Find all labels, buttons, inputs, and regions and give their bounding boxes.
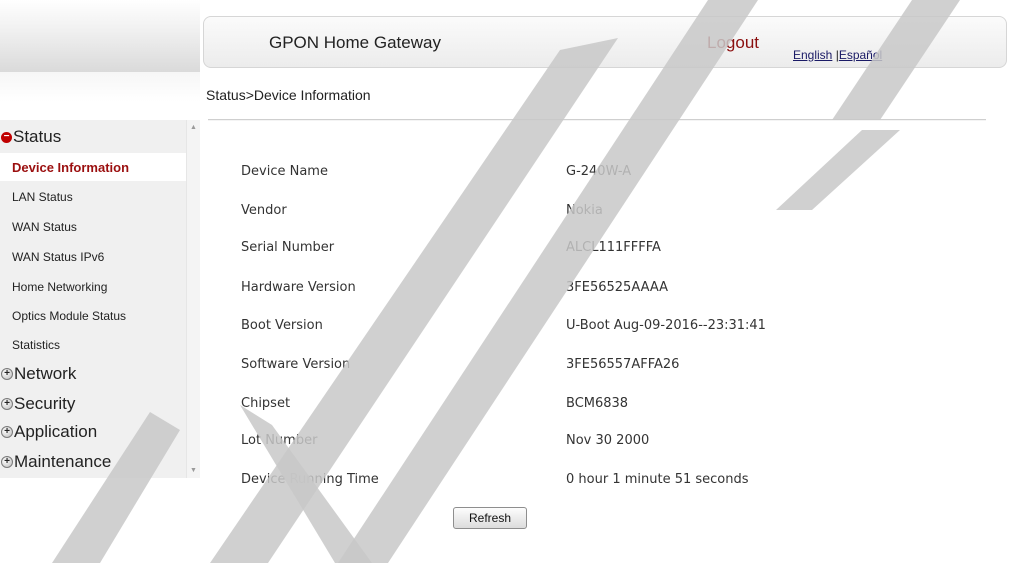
value-hardware-version: 3FE56525AAAA — [566, 280, 668, 295]
sidebar-group-status[interactable]: − Status — [0, 124, 186, 150]
watermark-stroke — [776, 130, 900, 210]
value-lot-number: Nov 30 2000 — [566, 433, 650, 448]
value-device-running-time: 0 hour 1 minute 51 seconds — [566, 472, 749, 487]
language-switcher: English |Español — [793, 48, 882, 62]
sidebar-item-statistics[interactable]: Statistics — [0, 331, 186, 359]
label-boot-version: Boot Version — [241, 318, 323, 333]
label-lot-number: Lot Number — [241, 433, 318, 448]
scroll-down-arrow-icon[interactable]: ▼ — [190, 467, 197, 474]
sidebar-group-label: Application — [14, 422, 98, 441]
sidebar-item-lan-status[interactable]: LAN Status — [0, 183, 186, 211]
sidebar-group-application[interactable]: + Application — [0, 419, 186, 445]
sidebar-group-network[interactable]: + Network — [0, 361, 186, 387]
header-bar: GPON Home Gateway Logout English |Españo… — [203, 16, 1007, 68]
label-chipset: Chipset — [241, 396, 291, 411]
sidebar-item-wan-status[interactable]: WAN Status — [0, 213, 186, 241]
label-software-version: Software Version — [241, 357, 351, 372]
sidebar-group-label: Network — [14, 364, 77, 383]
label-serial-number: Serial Number — [241, 240, 335, 255]
gateway-title: GPON Home Gateway — [269, 33, 441, 52]
label-vendor: Vendor — [241, 203, 287, 218]
sidebar-group-label: Status — [13, 127, 62, 146]
sidebar-item-optics-module-status[interactable]: Optics Module Status — [0, 302, 186, 330]
sidebar-item-home-networking[interactable]: Home Networking — [0, 273, 186, 301]
expand-plus-icon: + — [1, 368, 13, 380]
value-device-name: G-240W-A — [566, 164, 632, 179]
sidebar-group-label: Security — [14, 394, 76, 413]
label-device-running-time: Device Running Time — [241, 472, 379, 487]
english-link[interactable]: English — [793, 48, 832, 62]
value-boot-version: U-Boot Aug-09-2016--23:31:41 — [566, 318, 766, 333]
espanol-link[interactable]: Español — [839, 48, 882, 62]
sidebar-item-wan-status-ipv6[interactable]: WAN Status IPv6 — [0, 243, 186, 271]
value-software-version: 3FE56557AFFA26 — [566, 357, 680, 372]
breadcrumb: Status>Device Information — [206, 87, 371, 103]
expand-plus-icon: + — [1, 456, 13, 468]
sidebar: − Status Device Information LAN Status W… — [0, 120, 200, 478]
expand-plus-icon: + — [1, 426, 13, 438]
label-device-name: Device Name — [241, 164, 328, 179]
sidebar-scrollbar[interactable]: ▲ ▼ — [186, 120, 200, 478]
sidebar-item-device-information[interactable]: Device Information — [0, 153, 186, 181]
logout-link[interactable]: Logout — [707, 33, 759, 53]
value-serial-number: ALCL111FFFFA — [566, 240, 661, 255]
scroll-up-arrow-icon[interactable]: ▲ — [190, 124, 197, 131]
sidebar-group-security[interactable]: + Security — [0, 391, 186, 417]
label-hardware-version: Hardware Version — [241, 280, 356, 295]
refresh-button[interactable]: Refresh — [453, 507, 527, 529]
top-left-banner — [0, 0, 200, 72]
sidebar-group-maintenance[interactable]: + Maintenance — [0, 449, 186, 475]
sidebar-group-label: Maintenance — [14, 452, 112, 471]
collapse-minus-icon: − — [1, 131, 12, 143]
top-left-banner-fade — [0, 72, 200, 102]
breadcrumb-divider — [208, 119, 986, 121]
value-chipset: BCM6838 — [566, 396, 629, 411]
value-vendor: Nokia — [566, 203, 603, 218]
expand-plus-icon: + — [1, 398, 13, 410]
